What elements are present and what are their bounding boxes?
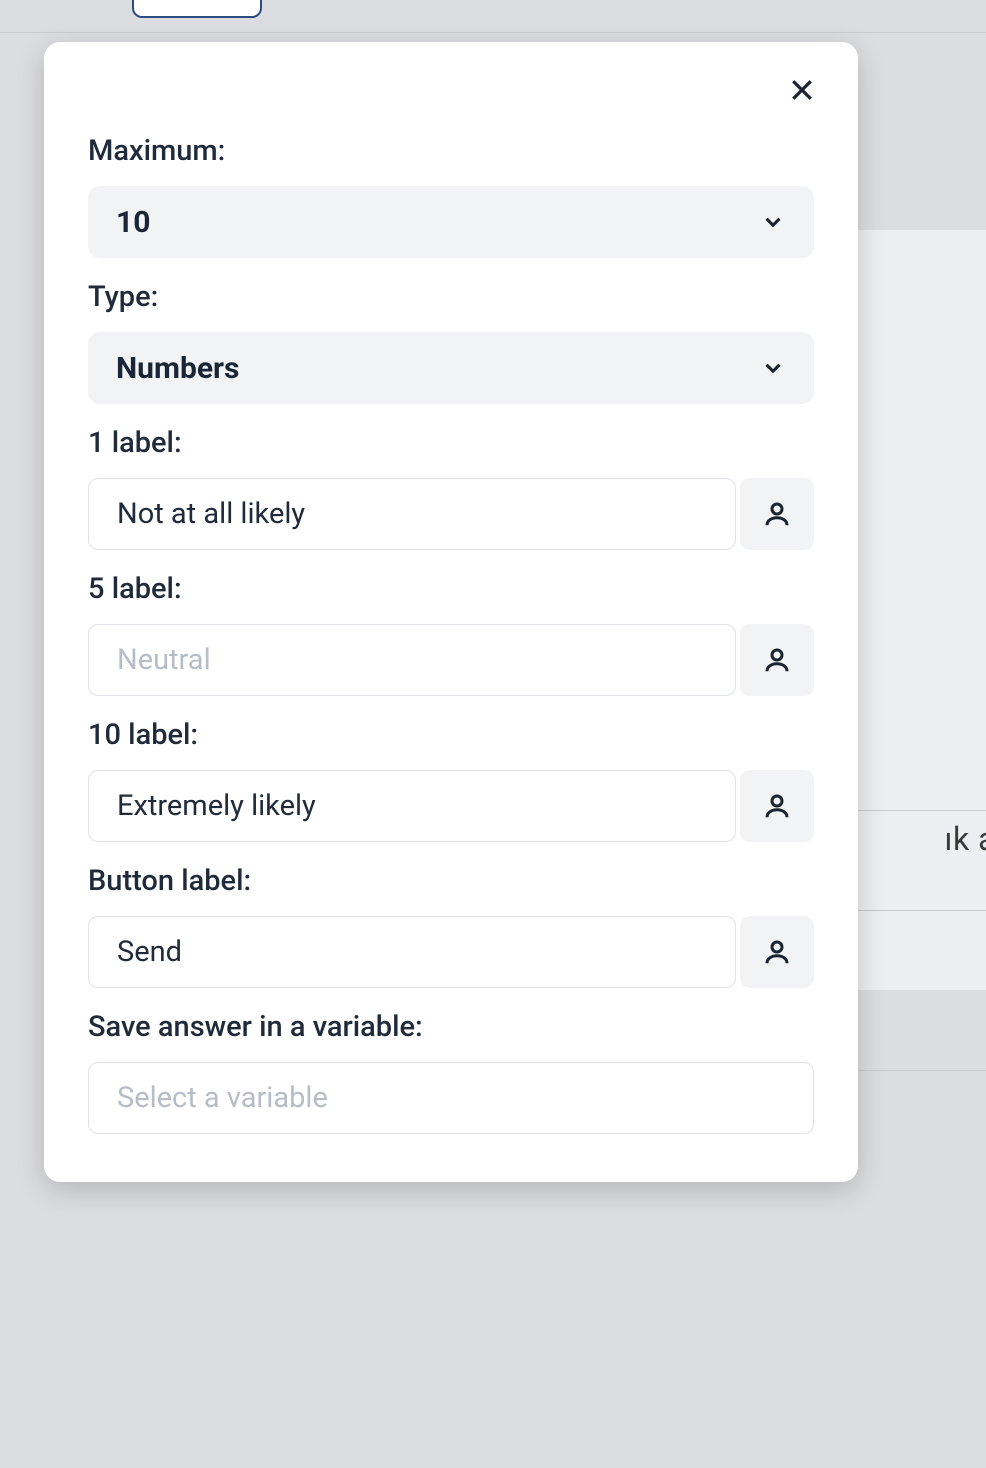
person-icon: [762, 499, 792, 529]
label5-input[interactable]: [88, 624, 736, 696]
label10-label: 10 label:: [88, 718, 814, 752]
background-text: ık a: [945, 820, 986, 858]
label10-personalize-button[interactable]: [740, 770, 814, 842]
person-icon: [762, 645, 792, 675]
background-divider: [0, 32, 986, 33]
person-icon: [762, 791, 792, 821]
type-select[interactable]: Numbers: [88, 332, 814, 404]
label1-label: 1 label:: [88, 426, 814, 460]
type-label: Type:: [88, 280, 814, 314]
label1-personalize-button[interactable]: [740, 478, 814, 550]
chevron-down-icon: [760, 355, 786, 381]
background-side-panel: [856, 230, 986, 990]
settings-modal: Maximum: 10 Type: Numbers 1 label: 5 lab…: [44, 42, 858, 1182]
maximum-select[interactable]: 10: [88, 186, 814, 258]
type-value: Numbers: [116, 351, 239, 386]
close-icon: [787, 75, 817, 105]
person-icon: [762, 937, 792, 967]
label10-input[interactable]: [88, 770, 736, 842]
label5-label: 5 label:: [88, 572, 814, 606]
close-button[interactable]: [780, 68, 824, 112]
save-variable-select[interactable]: Select a variable: [88, 1062, 814, 1134]
save-variable-placeholder: Select a variable: [117, 1081, 328, 1115]
label1-input[interactable]: [88, 478, 736, 550]
button-label-personalize-button[interactable]: [740, 916, 814, 988]
label5-personalize-button[interactable]: [740, 624, 814, 696]
button-label-input[interactable]: [88, 916, 736, 988]
maximum-label: Maximum:: [88, 134, 814, 168]
save-variable-label: Save answer in a variable:: [88, 1010, 814, 1044]
button-label-label: Button label:: [88, 864, 814, 898]
chevron-down-icon: [760, 209, 786, 235]
background-tab: [132, 0, 262, 18]
maximum-value: 10: [116, 205, 150, 240]
